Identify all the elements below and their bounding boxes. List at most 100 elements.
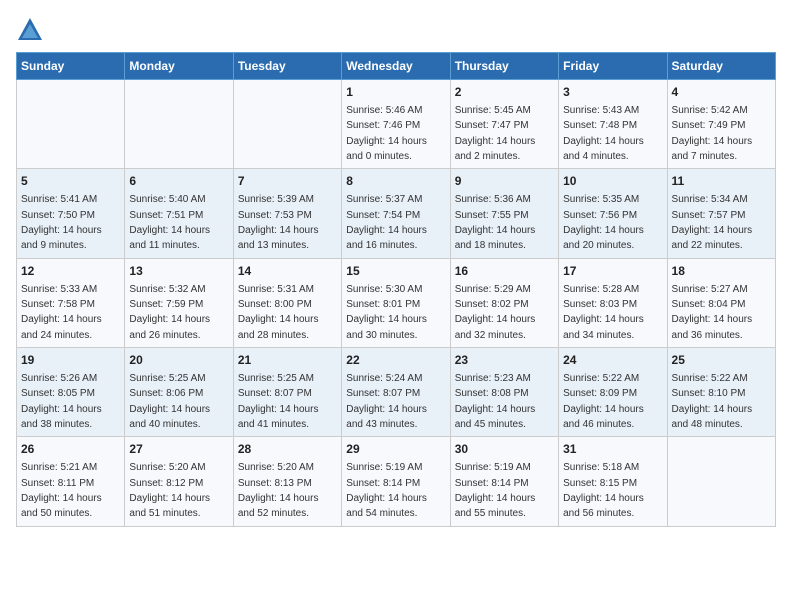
day-number: 20: [129, 352, 228, 369]
day-number: 22: [346, 352, 445, 369]
calendar-cell: 29 Sunrise: 5:19 AM Sunset: 8:14 PM Dayli…: [342, 437, 450, 526]
day-number: 12: [21, 263, 120, 280]
day-info: Sunrise: 5:32 AM Sunset: 7:59 PM Dayligh…: [129, 284, 210, 341]
calendar-cell: 21 Sunrise: 5:25 AM Sunset: 8:07 PM Dayli…: [233, 348, 341, 437]
day-number: 15: [346, 263, 445, 280]
day-info: Sunrise: 5:23 AM Sunset: 8:08 PM Dayligh…: [455, 373, 536, 430]
day-info: Sunrise: 5:41 AM Sunset: 7:50 PM Dayligh…: [21, 194, 102, 251]
calendar-cell: 7 Sunrise: 5:39 AM Sunset: 7:53 PM Daylig…: [233, 169, 341, 258]
day-number: 6: [129, 173, 228, 190]
calendar-cell: 9 Sunrise: 5:36 AM Sunset: 7:55 PM Daylig…: [450, 169, 558, 258]
calendar-cell: 17 Sunrise: 5:28 AM Sunset: 8:03 PM Dayli…: [559, 258, 667, 347]
calendar-cell: 3 Sunrise: 5:43 AM Sunset: 7:48 PM Daylig…: [559, 80, 667, 169]
day-number: 29: [346, 441, 445, 458]
calendar-cell: 1 Sunrise: 5:46 AM Sunset: 7:46 PM Daylig…: [342, 80, 450, 169]
calendar-cell: 20 Sunrise: 5:25 AM Sunset: 8:06 PM Dayli…: [125, 348, 233, 437]
calendar-cell: 5 Sunrise: 5:41 AM Sunset: 7:50 PM Daylig…: [17, 169, 125, 258]
day-number: 18: [672, 263, 771, 280]
calendar-cell: 14 Sunrise: 5:31 AM Sunset: 8:00 PM Dayli…: [233, 258, 341, 347]
day-number: 14: [238, 263, 337, 280]
day-number: 5: [21, 173, 120, 190]
day-info: Sunrise: 5:40 AM Sunset: 7:51 PM Dayligh…: [129, 194, 210, 251]
day-info: Sunrise: 5:19 AM Sunset: 8:14 PM Dayligh…: [455, 462, 536, 519]
day-info: Sunrise: 5:28 AM Sunset: 8:03 PM Dayligh…: [563, 284, 644, 341]
day-number: 9: [455, 173, 554, 190]
calendar-cell: [667, 437, 775, 526]
day-header-sunday: Sunday: [17, 53, 125, 80]
calendar-cell: [17, 80, 125, 169]
day-info: Sunrise: 5:20 AM Sunset: 8:12 PM Dayligh…: [129, 462, 210, 519]
day-number: 19: [21, 352, 120, 369]
day-header-saturday: Saturday: [667, 53, 775, 80]
calendar-cell: 19 Sunrise: 5:26 AM Sunset: 8:05 PM Dayli…: [17, 348, 125, 437]
calendar-cell: 16 Sunrise: 5:29 AM Sunset: 8:02 PM Dayli…: [450, 258, 558, 347]
calendar-week-row: 12 Sunrise: 5:33 AM Sunset: 7:58 PM Dayli…: [17, 258, 776, 347]
day-info: Sunrise: 5:29 AM Sunset: 8:02 PM Dayligh…: [455, 284, 536, 341]
calendar-cell: 26 Sunrise: 5:21 AM Sunset: 8:11 PM Dayli…: [17, 437, 125, 526]
day-info: Sunrise: 5:34 AM Sunset: 7:57 PM Dayligh…: [672, 194, 753, 251]
calendar-cell: 31Sunrise: 5:18 AM Sunset: 8:15 PM Dayli…: [559, 437, 667, 526]
day-number: 1: [346, 84, 445, 101]
calendar-cell: 27 Sunrise: 5:20 AM Sunset: 8:12 PM Dayli…: [125, 437, 233, 526]
calendar-cell: 25Sunrise: 5:22 AM Sunset: 8:10 PM Dayli…: [667, 348, 775, 437]
day-number: 25: [672, 352, 771, 369]
calendar-cell: 18Sunrise: 5:27 AM Sunset: 8:04 PM Dayli…: [667, 258, 775, 347]
day-number: 8: [346, 173, 445, 190]
calendar-cell: 23Sunrise: 5:23 AM Sunset: 8:08 PM Dayli…: [450, 348, 558, 437]
day-number: 7: [238, 173, 337, 190]
calendar-week-row: 26 Sunrise: 5:21 AM Sunset: 8:11 PM Dayli…: [17, 437, 776, 526]
day-number: 4: [672, 84, 771, 101]
day-info: Sunrise: 5:30 AM Sunset: 8:01 PM Dayligh…: [346, 284, 427, 341]
calendar-header-row: SundayMondayTuesdayWednesdayThursdayFrid…: [17, 53, 776, 80]
day-info: Sunrise: 5:36 AM Sunset: 7:55 PM Dayligh…: [455, 194, 536, 251]
day-number: 17: [563, 263, 662, 280]
day-number: 2: [455, 84, 554, 101]
day-info: Sunrise: 5:21 AM Sunset: 8:11 PM Dayligh…: [21, 462, 102, 519]
day-info: Sunrise: 5:18 AM Sunset: 8:15 PM Dayligh…: [563, 462, 644, 519]
calendar-week-row: 1 Sunrise: 5:46 AM Sunset: 7:46 PM Daylig…: [17, 80, 776, 169]
day-info: Sunrise: 5:46 AM Sunset: 7:46 PM Dayligh…: [346, 105, 427, 162]
day-info: Sunrise: 5:43 AM Sunset: 7:48 PM Dayligh…: [563, 105, 644, 162]
day-info: Sunrise: 5:31 AM Sunset: 8:00 PM Dayligh…: [238, 284, 319, 341]
day-info: Sunrise: 5:19 AM Sunset: 8:14 PM Dayligh…: [346, 462, 427, 519]
day-number: 13: [129, 263, 228, 280]
day-number: 11: [672, 173, 771, 190]
day-number: 30: [455, 441, 554, 458]
calendar-week-row: 19 Sunrise: 5:26 AM Sunset: 8:05 PM Dayli…: [17, 348, 776, 437]
day-number: 24: [563, 352, 662, 369]
calendar-cell: 30 Sunrise: 5:19 AM Sunset: 8:14 PM Dayli…: [450, 437, 558, 526]
day-number: 10: [563, 173, 662, 190]
day-header-thursday: Thursday: [450, 53, 558, 80]
page-header: [16, 16, 776, 44]
calendar-cell: 12 Sunrise: 5:33 AM Sunset: 7:58 PM Dayli…: [17, 258, 125, 347]
calendar-cell: 28 Sunrise: 5:20 AM Sunset: 8:13 PM Dayli…: [233, 437, 341, 526]
day-info: Sunrise: 5:25 AM Sunset: 8:06 PM Dayligh…: [129, 373, 210, 430]
day-header-wednesday: Wednesday: [342, 53, 450, 80]
day-number: 27: [129, 441, 228, 458]
day-info: Sunrise: 5:35 AM Sunset: 7:56 PM Dayligh…: [563, 194, 644, 251]
calendar-cell: 24Sunrise: 5:22 AM Sunset: 8:09 PM Dayli…: [559, 348, 667, 437]
day-info: Sunrise: 5:20 AM Sunset: 8:13 PM Dayligh…: [238, 462, 319, 519]
calendar-week-row: 5 Sunrise: 5:41 AM Sunset: 7:50 PM Daylig…: [17, 169, 776, 258]
calendar-table: SundayMondayTuesdayWednesdayThursdayFrid…: [16, 52, 776, 527]
calendar-cell: 13 Sunrise: 5:32 AM Sunset: 7:59 PM Dayli…: [125, 258, 233, 347]
calendar-cell: 6 Sunrise: 5:40 AM Sunset: 7:51 PM Daylig…: [125, 169, 233, 258]
day-number: 3: [563, 84, 662, 101]
day-info: Sunrise: 5:42 AM Sunset: 7:49 PM Dayligh…: [672, 105, 753, 162]
day-number: 16: [455, 263, 554, 280]
calendar-cell: [233, 80, 341, 169]
calendar-body: 1 Sunrise: 5:46 AM Sunset: 7:46 PM Daylig…: [17, 80, 776, 527]
day-number: 28: [238, 441, 337, 458]
calendar-cell: 4 Sunrise: 5:42 AM Sunset: 7:49 PM Daylig…: [667, 80, 775, 169]
calendar-cell: 15 Sunrise: 5:30 AM Sunset: 8:01 PM Dayli…: [342, 258, 450, 347]
day-info: Sunrise: 5:26 AM Sunset: 8:05 PM Dayligh…: [21, 373, 102, 430]
day-info: Sunrise: 5:25 AM Sunset: 8:07 PM Dayligh…: [238, 373, 319, 430]
day-info: Sunrise: 5:37 AM Sunset: 7:54 PM Dayligh…: [346, 194, 427, 251]
day-info: Sunrise: 5:33 AM Sunset: 7:58 PM Dayligh…: [21, 284, 102, 341]
day-info: Sunrise: 5:39 AM Sunset: 7:53 PM Dayligh…: [238, 194, 319, 251]
calendar-cell: 22Sunrise: 5:24 AM Sunset: 8:07 PM Dayli…: [342, 348, 450, 437]
day-number: 26: [21, 441, 120, 458]
day-number: 21: [238, 352, 337, 369]
calendar-cell: [125, 80, 233, 169]
calendar-cell: 8 Sunrise: 5:37 AM Sunset: 7:54 PM Daylig…: [342, 169, 450, 258]
